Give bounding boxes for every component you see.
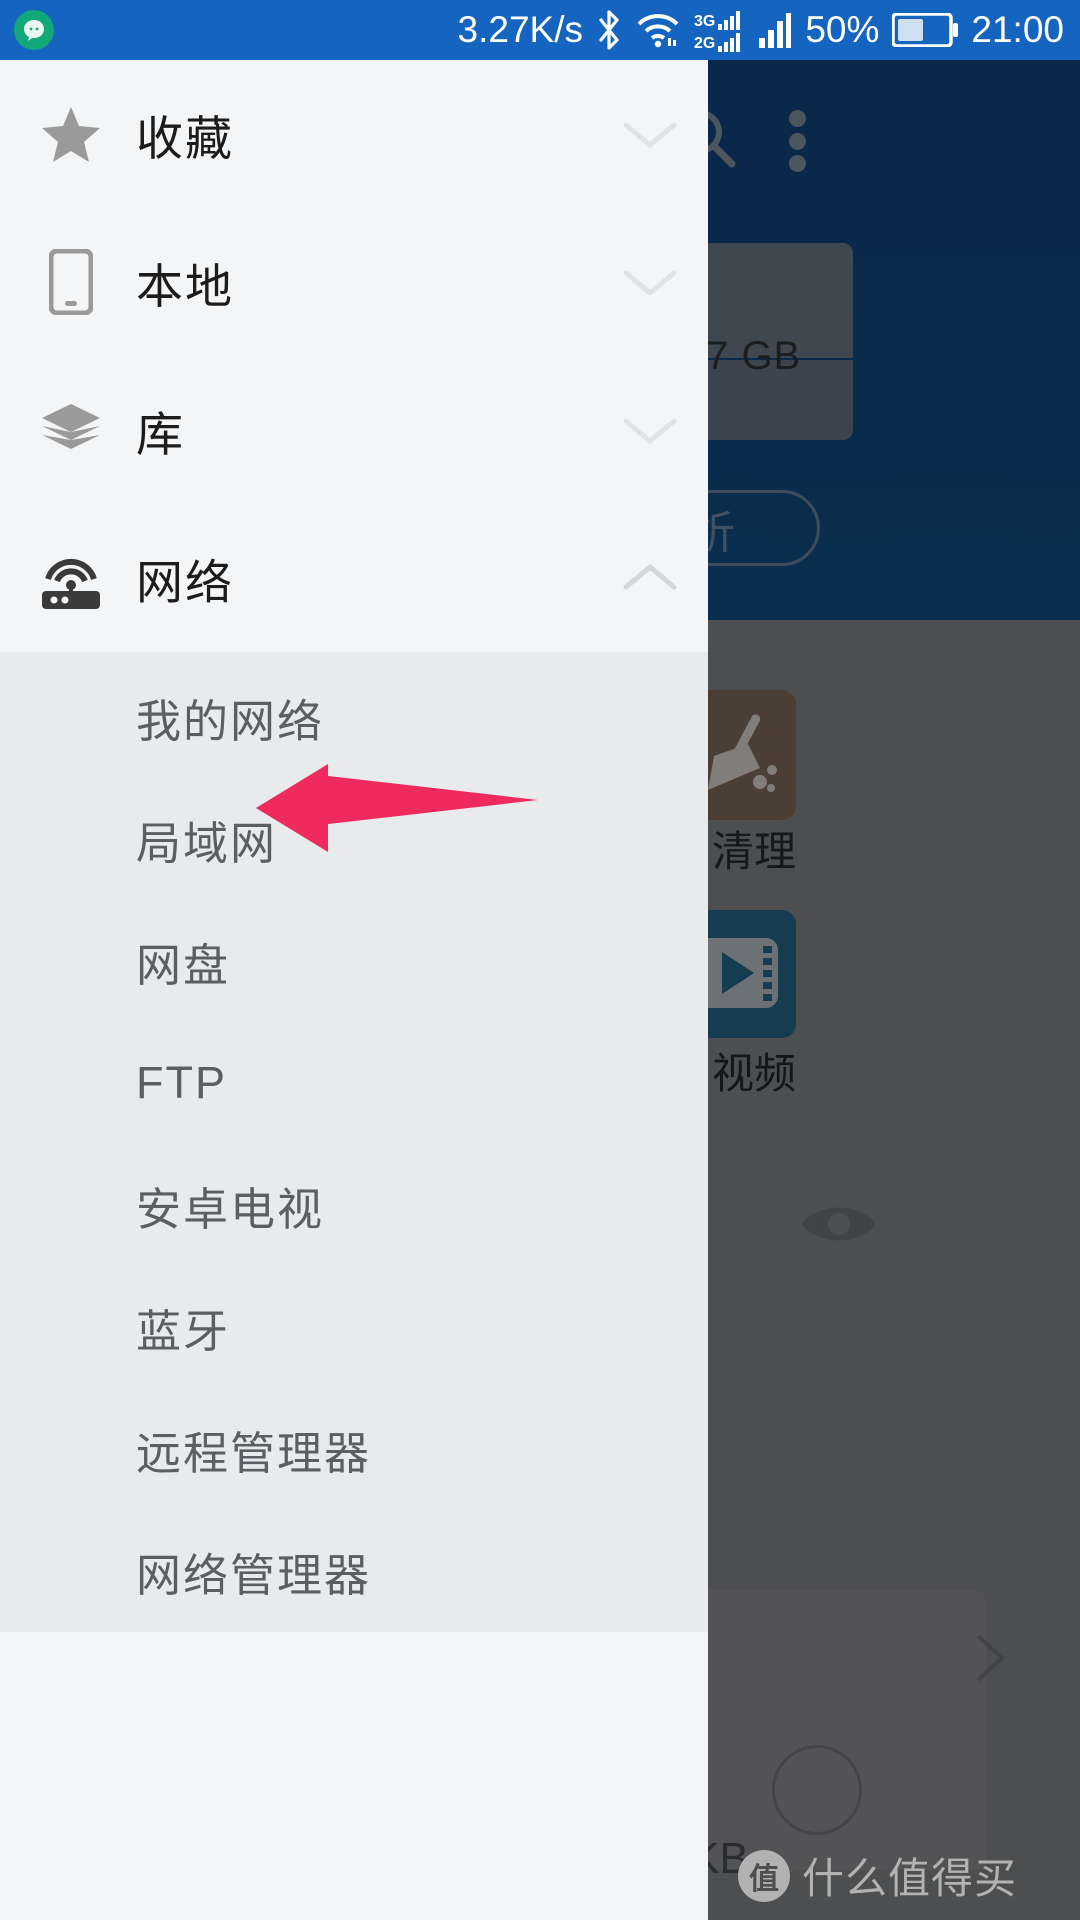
- submenu-item-label: 我的网络: [136, 695, 325, 747]
- router-icon: [34, 547, 108, 609]
- submenu-item-label: 局域网: [136, 817, 278, 869]
- sidebar-item-library[interactable]: 库: [0, 356, 708, 504]
- sim2-indicator: 2G: [694, 30, 745, 52]
- status-bar-right: 3.27K/s 3G 2G 50% 21:00: [458, 0, 1064, 60]
- submenu-item-remote-manager[interactable]: 远程管理器: [0, 1388, 708, 1510]
- layers-icon: [34, 402, 108, 458]
- drawer-scrim[interactable]: [708, 60, 1080, 1920]
- sim1-gen-label: 3G: [694, 13, 716, 30]
- submenu-item-label: 蓝牙: [136, 1305, 231, 1357]
- sim1-indicator: 3G: [694, 8, 745, 30]
- chevron-down-icon[interactable]: [620, 117, 680, 151]
- sim2-gen-label: 2G: [694, 35, 716, 52]
- sidebar-item-label: 收藏: [136, 111, 234, 165]
- bluetooth-icon: [596, 7, 622, 53]
- submenu-item-label: 安卓电视: [136, 1183, 325, 1235]
- battery-icon: [892, 13, 959, 47]
- network-speed-text: 3.27K/s: [457, 9, 583, 50]
- submenu-item-lan[interactable]: 局域网: [0, 778, 708, 900]
- submenu-item-my-network[interactable]: 我的网络: [0, 656, 708, 778]
- submenu-item-label: 远程管理器: [136, 1427, 372, 1479]
- sidebar-item-local[interactable]: 本地: [0, 208, 708, 356]
- sidebar-item-label: 本地: [136, 259, 234, 313]
- sidebar-item-network[interactable]: 网络: [0, 504, 708, 652]
- submenu-item-label: FTP: [136, 1057, 227, 1108]
- chevron-down-icon[interactable]: [620, 413, 680, 447]
- status-bar: 3.27K/s 3G 2G 50% 21:00: [0, 0, 1080, 60]
- submenu-item-label: 网络管理器: [136, 1549, 372, 1601]
- chevron-down-icon[interactable]: [620, 265, 680, 299]
- submenu-item-label: 网盘: [136, 939, 231, 991]
- wifi-icon: [635, 7, 681, 53]
- sidebar-item-label: 库: [136, 407, 185, 461]
- network-submenu: 我的网络 局域网 网盘 FTP 安卓电视 蓝牙 远程管理器 网络管理器: [0, 652, 708, 1632]
- sidebar-item-label: 网络: [136, 555, 234, 609]
- signal-bars-icon: [758, 12, 792, 48]
- star-icon: [34, 105, 108, 163]
- submenu-item-bluetooth[interactable]: 蓝牙: [0, 1266, 708, 1388]
- submenu-item-cloud-drive[interactable]: 网盘: [0, 900, 708, 1022]
- clock-text: 21:00: [971, 9, 1064, 50]
- navigation-drawer: 收藏 本地 库 网络 我的网络 局域网 网盘 FTP 安卓电视 蓝牙 远程管理器…: [0, 60, 708, 1920]
- message-bubble-icon: [14, 10, 54, 50]
- dual-sim-indicator: 3G 2G: [694, 7, 745, 53]
- submenu-item-network-manager[interactable]: 网络管理器: [0, 1510, 708, 1632]
- phone-icon: [34, 249, 108, 315]
- sidebar-item-favorites[interactable]: 收藏: [0, 60, 708, 208]
- battery-percent-text: 50%: [805, 9, 880, 50]
- chevron-up-icon[interactable]: [620, 561, 680, 595]
- submenu-item-ftp[interactable]: FTP: [0, 1022, 708, 1144]
- submenu-item-android-tv[interactable]: 安卓电视: [0, 1144, 708, 1266]
